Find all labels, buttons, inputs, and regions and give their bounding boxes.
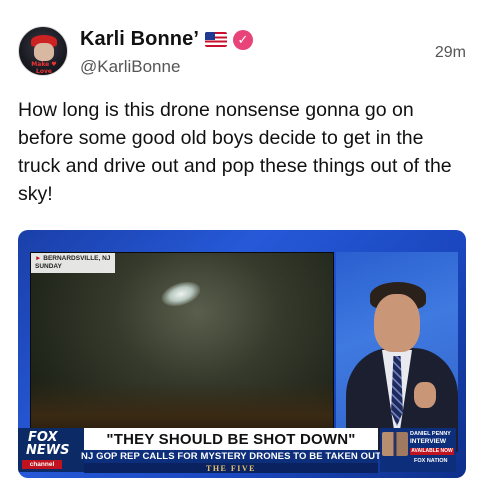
headline-box: "THEY SHOULD BE SHOT DOWN" <box>84 428 378 450</box>
avatar-caption: Make ♥ Love <box>31 61 57 75</box>
promo-line1: DANIEL PENNY <box>410 431 451 437</box>
show-name: THE FIVE <box>205 463 256 473</box>
avatar[interactable]: Make ♥ Love <box>18 26 68 76</box>
media-image[interactable]: ► BERNARDSVILLE, NJ SUNDAY FOX NEWS chan… <box>18 230 466 478</box>
logo-news-text: NEWS <box>26 443 70 458</box>
fox-news-logo: FOX NEWS channel <box>18 428 84 472</box>
user-handle[interactable]: @KarliBonne <box>80 57 180 77</box>
play-arrow-icon: ► <box>35 255 44 262</box>
display-name[interactable]: Karli Bonne’ <box>80 28 199 51</box>
post-header: Make ♥ Love Karli Bonne’ ✓ @KarliBonne 2… <box>18 26 468 82</box>
subhead: NJ GOP REP CALLS FOR MYSTERY DRONES TO B… <box>81 451 381 462</box>
promo-network: FOX NATION <box>414 458 448 464</box>
subhead-box: NJ GOP REP CALLS FOR MYSTERY DRONES TO B… <box>81 450 381 463</box>
drone-light <box>158 277 204 311</box>
logo-channel-text: channel <box>22 460 62 469</box>
face-shape <box>34 43 54 61</box>
show-name-box: THE FIVE <box>84 463 378 473</box>
post-timestamp: 29m <box>434 44 466 61</box>
promo-box: DANIEL PENNY INTERVIEW AVAILABLE NOW FOX… <box>380 428 456 472</box>
news-lower-third: FOX NEWS channel "THEY SHOULD BE SHOT DO… <box>18 426 466 478</box>
promo-thumbnail <box>382 432 408 456</box>
headline: "THEY SHOULD BE SHOT DOWN" <box>106 430 356 448</box>
location-day: SUNDAY <box>35 263 62 270</box>
drone-video-panel: ► BERNARDSVILLE, NJ SUNDAY <box>30 252 334 452</box>
us-flag-icon <box>205 32 227 47</box>
promo-line2: INTERVIEW <box>410 438 446 445</box>
name-row: Karli Bonne’ ✓ <box>80 28 253 51</box>
promo-available: AVAILABLE NOW <box>410 448 454 455</box>
post-text: How long is this drone nonsense gonna go… <box>18 99 452 205</box>
location-text: BERNARDSVILLE, NJ <box>43 255 111 262</box>
location-tag: ► BERNARDSVILLE, NJ SUNDAY <box>31 253 116 273</box>
host-panel <box>336 252 458 452</box>
verified-badge-icon: ✓ <box>233 29 253 50</box>
